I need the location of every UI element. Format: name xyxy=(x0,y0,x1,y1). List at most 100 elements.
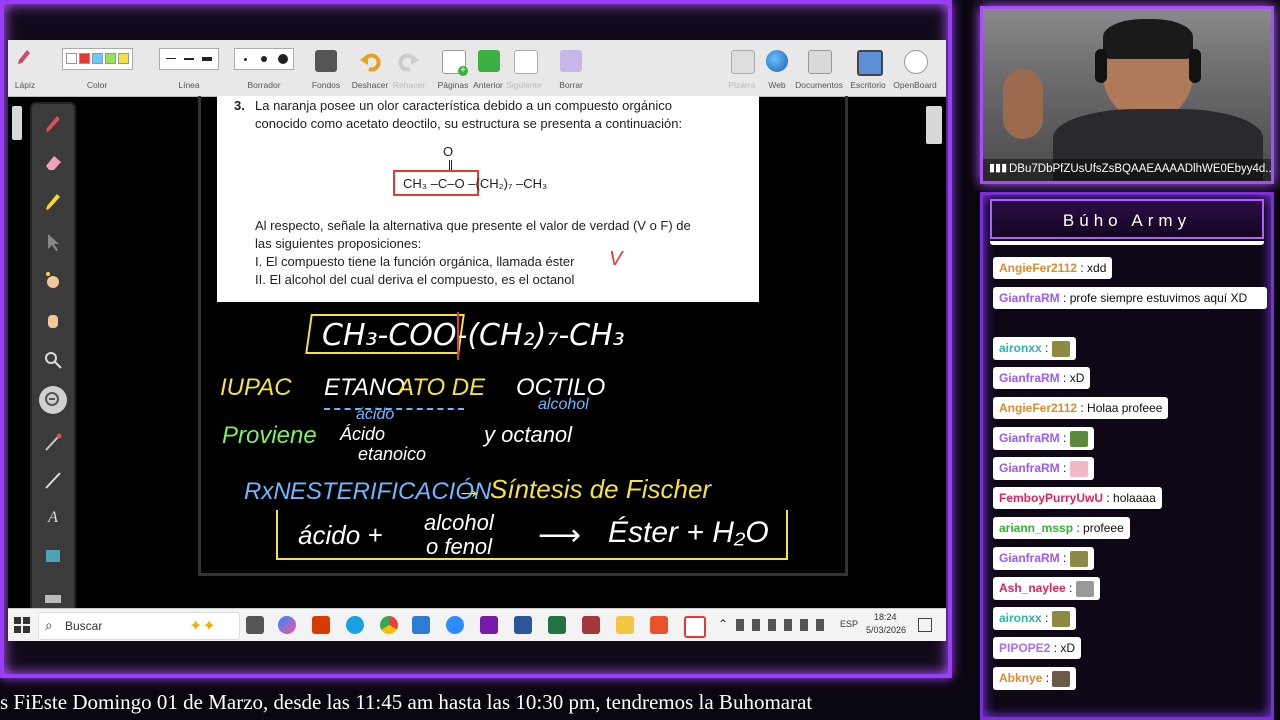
color-swatch-red[interactable] xyxy=(78,53,90,64)
question-line-1: La naranja posee un olor característica … xyxy=(255,98,672,113)
shared-screen: Lápiz Color Línea Borrador Fondos Deshac… xyxy=(8,40,946,640)
chat-username: FemboyPurryUwU xyxy=(999,491,1104,505)
zoom-icon[interactable] xyxy=(446,616,464,634)
onenote-icon[interactable] xyxy=(480,616,498,634)
streamer-hand xyxy=(1003,69,1043,139)
emote-icon xyxy=(1069,460,1088,477)
exam-question-document: 3. La naranja posee un olor característi… xyxy=(217,96,759,302)
undo-button[interactable]: Deshacer xyxy=(350,44,390,92)
line-width-picker[interactable]: Línea xyxy=(158,44,220,92)
equation-arrow: ⟶ xyxy=(538,519,582,552)
chat-username: GianfraRM xyxy=(999,461,1060,475)
highlighter-tool-icon[interactable] xyxy=(41,190,65,214)
text-tool-icon[interactable]: A xyxy=(41,506,65,530)
powerpoint-icon[interactable] xyxy=(312,616,330,634)
clock-date[interactable]: 5/03/2026 xyxy=(866,625,906,635)
monitor-icon xyxy=(857,50,883,76)
pages-button[interactable]: + Páginas xyxy=(436,44,470,92)
right-page-scroll-tab[interactable] xyxy=(926,106,942,144)
backgrounds-button[interactable]: Fondos xyxy=(308,44,344,92)
color-swatch-white[interactable] xyxy=(65,53,77,64)
chat-text: : xyxy=(1063,461,1067,475)
pencil-tool[interactable]: Lápiz xyxy=(10,44,40,92)
virtual-keyboard-icon[interactable] xyxy=(41,586,65,610)
proviene-label: Proviene xyxy=(222,422,317,449)
chat-username: aironxx xyxy=(999,611,1042,625)
globe-icon xyxy=(766,50,788,72)
zoom-out-icon[interactable] xyxy=(39,386,67,414)
clear-button[interactable]: Borrar xyxy=(552,44,590,92)
pen-tool-icon[interactable] xyxy=(41,112,65,136)
emote-icon xyxy=(1069,430,1088,447)
color-picker[interactable]: Color xyxy=(46,44,148,92)
signal-icon: ▮▮▮ xyxy=(989,162,1008,174)
excel-icon[interactable] xyxy=(548,616,566,634)
board-mode-button[interactable]: Pizarra xyxy=(724,44,760,92)
color-swatch-blue[interactable] xyxy=(91,53,103,64)
tray-chevron-icon[interactable]: ⌃ xyxy=(718,617,728,631)
handwritten-formula: CH₃-COO-(CH₂)₇-CH₃ xyxy=(322,318,625,353)
copilot-icon[interactable] xyxy=(278,616,296,634)
redo-button[interactable]: Rehacer xyxy=(392,44,426,92)
chat-text: : holaaaa xyxy=(1106,491,1156,505)
openboard-taskbar-icon[interactable] xyxy=(684,616,706,638)
search-placeholder: Buscar xyxy=(65,619,103,633)
chat-username: GianfraRM xyxy=(999,371,1060,385)
pencil-icon xyxy=(16,48,32,66)
openboard-menu-button[interactable]: OpenBoard xyxy=(890,44,940,92)
interact-hand-icon[interactable] xyxy=(41,268,65,292)
proposition-1: I. El compuesto tiene la función orgánic… xyxy=(255,254,575,269)
web-button[interactable]: Web xyxy=(762,44,792,92)
chat-message: GianfraRM : xyxy=(993,427,1094,450)
remote-desktop-icon[interactable] xyxy=(412,616,430,634)
chat-text: : xyxy=(1045,341,1049,355)
chat-text: : xyxy=(1063,431,1067,445)
chat-message: AngieFer2112 : xdd xyxy=(993,257,1113,279)
chat-message: GianfraRM : xyxy=(993,457,1094,480)
capture-tool-icon[interactable] xyxy=(41,544,65,568)
access-icon[interactable] xyxy=(582,616,600,634)
etanoico-word: etanoico xyxy=(358,444,427,464)
select-arrow-icon[interactable] xyxy=(41,230,65,254)
eraser-tool-icon[interactable] xyxy=(41,150,65,174)
tray-icons[interactable] xyxy=(736,619,826,631)
edge-icon[interactable] xyxy=(346,616,364,634)
alcohol-note: alcohol xyxy=(538,396,589,413)
clear-page-icon xyxy=(560,50,582,72)
chat-username: ariann_mssp xyxy=(999,521,1074,535)
chat-text: : xyxy=(1069,581,1073,595)
zoom-in-icon[interactable] xyxy=(41,348,65,372)
previous-page-button[interactable]: Anterior xyxy=(470,44,506,92)
left-page-scroll-tab[interactable] xyxy=(12,106,22,140)
eraser-size-picker[interactable]: Borrador xyxy=(233,44,295,92)
line-tool-icon[interactable] xyxy=(41,468,65,492)
color-swatch-green[interactable] xyxy=(104,53,116,64)
desktop-button[interactable]: Escritorio xyxy=(846,44,890,92)
acido-word: Ácido xyxy=(340,424,386,444)
windows-start-icon[interactable] xyxy=(14,617,30,638)
color-swatch-yellow[interactable] xyxy=(117,53,129,64)
documents-button[interactable]: Documentos xyxy=(794,44,844,92)
chrome-icon[interactable] xyxy=(380,616,398,634)
pan-hand-icon[interactable] xyxy=(41,308,65,332)
laser-pointer-icon[interactable] xyxy=(41,430,65,454)
openboard-toolbar: Lápiz Color Línea Borrador Fondos Deshac… xyxy=(8,40,946,97)
taskbar-search-box[interactable]: ⌕ Buscar ✦✦ xyxy=(38,612,240,640)
language-indicator[interactable]: ESP xyxy=(840,619,858,629)
file-explorer-icon[interactable] xyxy=(616,616,634,634)
chat-username: AngieFer2112 xyxy=(999,261,1078,275)
emote-icon xyxy=(1052,670,1071,687)
cutoff-message xyxy=(990,241,1264,245)
app-shortcut-icon[interactable] xyxy=(650,616,668,634)
gear-icon xyxy=(904,50,928,74)
equation-products: Éster + H₂O xyxy=(608,516,769,549)
grid-background-icon xyxy=(315,50,337,72)
chat-message: AngieFer2112 : Holaa profeee xyxy=(993,397,1169,419)
task-view-icon[interactable] xyxy=(246,616,264,634)
clock-time[interactable]: 18:24 xyxy=(874,612,897,622)
next-page-button[interactable]: Siguiente xyxy=(506,44,542,92)
notification-icon[interactable] xyxy=(918,618,932,632)
true-mark: V xyxy=(609,248,623,270)
word-icon[interactable] xyxy=(514,616,532,634)
tool-palette: A xyxy=(30,102,76,626)
